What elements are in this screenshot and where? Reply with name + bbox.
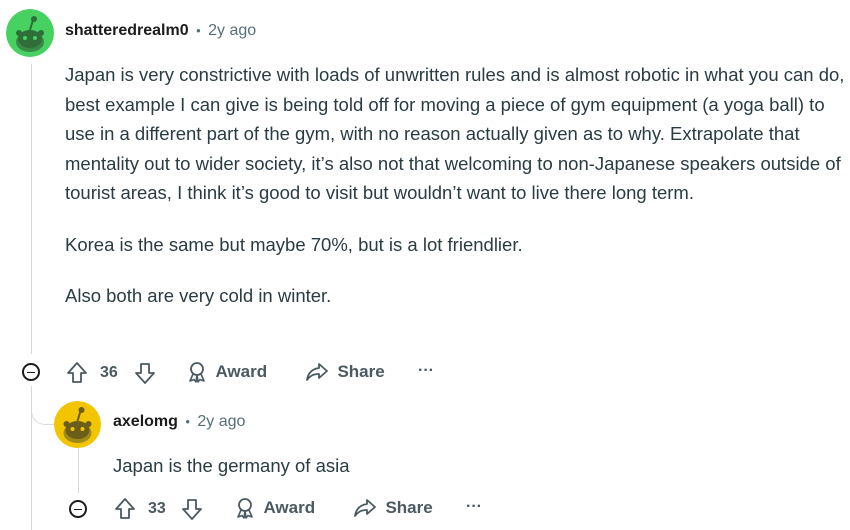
snoo-avatar-icon: [54, 401, 101, 448]
comment-paragraph: Also both are very cold in winter.: [65, 285, 332, 306]
share-arrow-icon: [306, 363, 328, 381]
award-button[interactable]: Award: [234, 497, 315, 521]
upvote-arrow-icon: [67, 362, 87, 383]
upvote-button[interactable]: [114, 497, 136, 521]
share-button[interactable]: Share: [305, 361, 385, 385]
avatar[interactable]: [6, 9, 54, 57]
downvote-button[interactable]: [134, 361, 156, 385]
award-label: Award: [263, 498, 316, 517]
snoo-avatar-icon: [6, 9, 54, 57]
share-label: Share: [337, 362, 385, 381]
downvote-arrow-icon: [135, 363, 155, 384]
avatar[interactable]: [54, 401, 101, 448]
comment-paragraph: Japan is very constrictive with loads of…: [65, 64, 845, 203]
downvote-arrow-icon: [182, 499, 202, 520]
meta-separator: •: [185, 414, 190, 429]
downvote-button[interactable]: [181, 497, 203, 521]
thread-connector: [31, 386, 54, 425]
comment-timestamp[interactable]: 2y ago: [208, 22, 256, 39]
comment-paragraph: Korea is the same but maybe 70%, but is …: [65, 233, 523, 255]
collapse-thread-button[interactable]: [69, 500, 87, 518]
award-button[interactable]: Award: [186, 361, 267, 385]
comment-timestamp[interactable]: 2y ago: [197, 413, 245, 430]
thread-line: [78, 448, 79, 493]
award-icon: [237, 498, 253, 519]
award-icon: [189, 362, 205, 383]
upvote-arrow-icon: [115, 498, 135, 519]
share-arrow-icon: [354, 499, 376, 517]
comment-username[interactable]: shatteredrealm0: [65, 22, 189, 39]
share-button[interactable]: Share: [353, 497, 433, 521]
thread-line: [31, 386, 32, 530]
comment-paragraph: Japan is the germany of asia: [113, 455, 350, 476]
comment-body: Japan is the germany of asia: [113, 451, 833, 481]
award-label: Award: [215, 362, 268, 381]
comment-body: Japan is very constrictive with loads of…: [65, 60, 845, 311]
vote-count: 36: [100, 364, 118, 381]
share-label: Share: [385, 498, 433, 517]
comment-username[interactable]: axelomg: [113, 413, 178, 430]
upvote-button[interactable]: [66, 361, 88, 385]
more-options-button[interactable]: ···: [466, 498, 482, 516]
vote-count: 33: [148, 500, 166, 517]
thread-line: [31, 64, 32, 354]
more-options-button[interactable]: ···: [418, 362, 434, 380]
collapse-thread-button[interactable]: [22, 363, 40, 381]
meta-separator: •: [196, 23, 201, 38]
